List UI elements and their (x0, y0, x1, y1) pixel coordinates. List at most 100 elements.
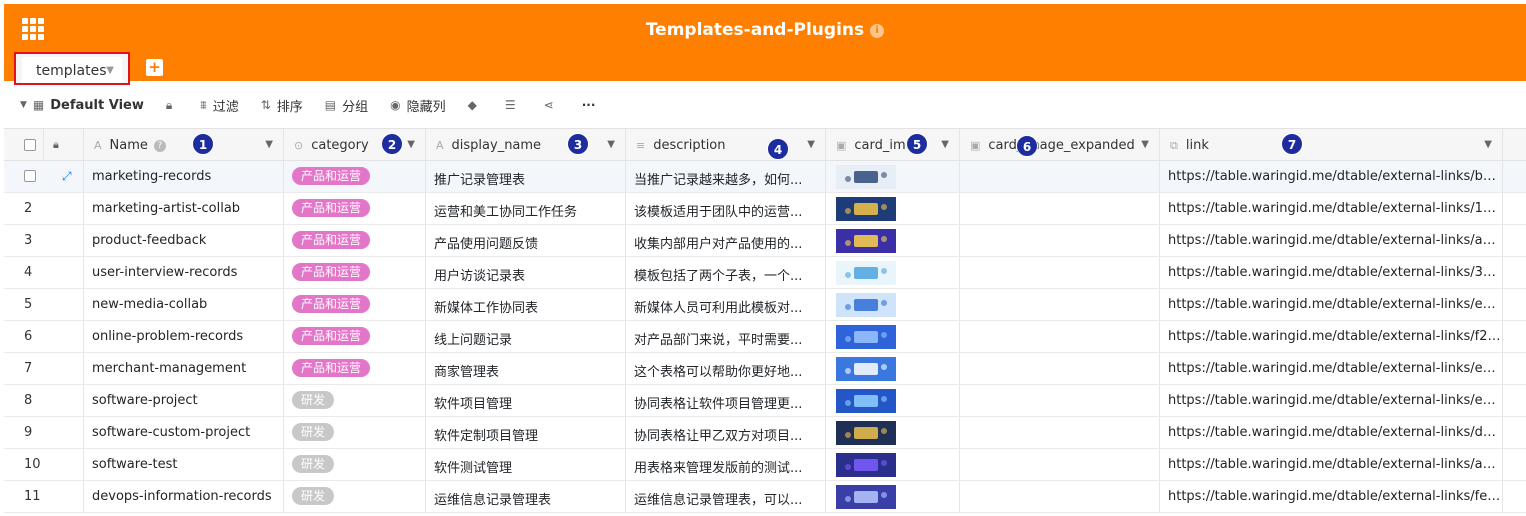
table-row[interactable]: 8 software-project 研发 软件项目管理 协同表格让软件项目管理更...… (4, 385, 1526, 417)
cell-card-image-expanded[interactable] (960, 161, 1160, 192)
column-menu-icon[interactable]: ▼ (407, 139, 415, 150)
column-menu-icon[interactable]: ▼ (1141, 139, 1149, 150)
table-row[interactable]: 6 online-problem-records 产品和运营 线上问题记录 对产品部门来… (4, 321, 1526, 353)
cell-link[interactable]: https://table.waringid.me/dtable/externa… (1160, 481, 1503, 512)
cell-display-name[interactable]: 产品使用问题反馈 (426, 225, 626, 256)
cell-card-image[interactable] (826, 449, 960, 480)
cell-link[interactable]: https://table.waringid.me/dtable/externa… (1160, 417, 1503, 448)
card-image-thumbnail[interactable] (836, 485, 896, 509)
card-image-thumbnail[interactable] (836, 293, 896, 317)
table-row[interactable]: 11 devops-information-records 研发 运维信息记录管理表运… (4, 481, 1526, 513)
cell-name[interactable]: online-problem-records (84, 321, 284, 352)
cell-card-image[interactable] (826, 161, 960, 192)
cell-card-image-expanded[interactable] (960, 481, 1160, 512)
cell-category[interactable]: 研发 (284, 481, 426, 512)
cell-link[interactable]: https://table.waringid.me/dtable/externa… (1160, 353, 1503, 384)
cell-description[interactable]: 这个表格可以帮助你更好地... (626, 353, 826, 384)
table-row[interactable]: 9 software-custom-project 研发 软件定制项目管理 协同表格让甲… (4, 417, 1526, 449)
table-row[interactable]: ⤢ marketing-records 产品和运营 推广记录管理表 当推广记录越来越多，… (4, 161, 1526, 193)
cell-display-name[interactable]: 软件定制项目管理 (426, 417, 626, 448)
column-header-card-image-expanded[interactable]: ▣ card_image_expanded ▼ (960, 129, 1160, 160)
cell-display-name[interactable]: 软件测试管理 (426, 449, 626, 480)
row-checkbox[interactable] (24, 170, 36, 182)
cell-description[interactable]: 协同表格让软件项目管理更... (626, 385, 826, 416)
cell-name[interactable]: marketing-artist-collab (84, 193, 284, 224)
cell-card-image-expanded[interactable] (960, 289, 1160, 320)
cell-card-image[interactable] (826, 353, 960, 384)
cell-display-name[interactable]: 用户访谈记录表 (426, 257, 626, 288)
cell-link[interactable]: https://table.waringid.me/dtable/externa… (1160, 385, 1503, 416)
cell-card-image-expanded[interactable] (960, 321, 1160, 352)
cell-link[interactable]: https://table.waringid.me/dtable/externa… (1160, 289, 1503, 320)
cell-card-image[interactable] (826, 193, 960, 224)
more-button[interactable]: ··· (582, 98, 602, 112)
cell-category[interactable]: 研发 (284, 417, 426, 448)
row-color-button[interactable]: ◆ (468, 98, 483, 112)
cell-link[interactable]: https://table.waringid.me/dtable/externa… (1160, 225, 1503, 256)
table-row[interactable]: 7 merchant-management 产品和运营 商家管理表 这个表格可以帮助你更… (4, 353, 1526, 385)
cell-description[interactable]: 该模板适用于团队中的运营... (626, 193, 826, 224)
cell-display-name[interactable]: 软件项目管理 (426, 385, 626, 416)
card-image-thumbnail[interactable] (836, 389, 896, 413)
cell-name[interactable]: software-custom-project (84, 417, 284, 448)
cell-description[interactable]: 协同表格让甲乙双方对项目... (626, 417, 826, 448)
column-menu-icon[interactable]: ▼ (807, 139, 815, 150)
cell-link[interactable]: https://table.waringid.me/dtable/externa… (1160, 193, 1503, 224)
cell-card-image-expanded[interactable] (960, 417, 1160, 448)
cell-card-image-expanded[interactable] (960, 225, 1160, 256)
cell-category[interactable]: 研发 (284, 449, 426, 480)
cell-link[interactable]: https://table.waringid.me/dtable/externa… (1160, 321, 1503, 352)
column-menu-icon[interactable]: ▼ (941, 139, 949, 150)
table-row[interactable]: 2 marketing-artist-collab 产品和运营 运营和美工协同工作任务… (4, 193, 1526, 225)
select-all-checkbox[interactable] (24, 139, 36, 151)
hide-columns-button[interactable]: ◉ 隐藏列 (390, 96, 446, 115)
cell-card-image[interactable] (826, 289, 960, 320)
cell-category[interactable]: 产品和运营 (284, 193, 426, 224)
help-icon[interactable]: ? (153, 140, 166, 152)
cell-name[interactable]: user-interview-records (84, 257, 284, 288)
filter-button[interactable]: ⩩ 过滤 (200, 96, 238, 115)
lock-view-button[interactable]: 🔒︎ (166, 98, 178, 113)
cell-card-image-expanded[interactable] (960, 385, 1160, 416)
cell-card-image[interactable] (826, 417, 960, 448)
cell-card-image-expanded[interactable] (960, 193, 1160, 224)
cell-category[interactable]: 产品和运营 (284, 289, 426, 320)
cell-category[interactable]: 研发 (284, 385, 426, 416)
cell-category[interactable]: 产品和运营 (284, 321, 426, 352)
cell-name[interactable]: new-media-collab (84, 289, 284, 320)
sort-button[interactable]: ⇅ 排序 (261, 96, 303, 115)
column-menu-icon[interactable]: ▼ (1484, 139, 1492, 150)
card-image-thumbnail[interactable] (836, 357, 896, 381)
view-selector[interactable]: ▼ ▦ Default View (20, 98, 144, 113)
cell-card-image[interactable] (826, 257, 960, 288)
cell-link[interactable]: https://table.waringid.me/dtable/externa… (1160, 161, 1503, 192)
table-row[interactable]: 4 user-interview-records 产品和运营 用户访谈记录表 模板包括了… (4, 257, 1526, 289)
card-image-thumbnail[interactable] (836, 165, 896, 189)
cell-description[interactable]: 新媒体人员可利用此模板对... (626, 289, 826, 320)
cell-description[interactable]: 模板包括了两个子表，一个... (626, 257, 826, 288)
card-image-thumbnail[interactable] (836, 261, 896, 285)
cell-category[interactable]: 产品和运营 (284, 257, 426, 288)
cell-card-image-expanded[interactable] (960, 257, 1160, 288)
cell-name[interactable]: software-test (84, 449, 284, 480)
tab-dropdown-icon[interactable]: ▼ (106, 65, 114, 76)
column-header-category[interactable]: ⊙ category ▼ (284, 129, 426, 160)
cell-description[interactable]: 运维信息记录管理表，可以... (626, 481, 826, 512)
cell-name[interactable]: marketing-records (84, 161, 284, 192)
table-row[interactable]: 3 product-feedback 产品和运营 产品使用问题反馈 收集内部用户对产品使… (4, 225, 1526, 257)
cell-card-image[interactable] (826, 385, 960, 416)
cell-display-name[interactable]: 新媒体工作协同表 (426, 289, 626, 320)
cell-description[interactable]: 对产品部门来说，平时需要... (626, 321, 826, 352)
cell-link[interactable]: https://table.waringid.me/dtable/externa… (1160, 449, 1503, 480)
card-image-thumbnail[interactable] (836, 229, 896, 253)
card-image-thumbnail[interactable] (836, 197, 896, 221)
column-menu-icon[interactable]: ▼ (265, 139, 273, 150)
column-header-display-name[interactable]: Adisplay_name ▼ (426, 129, 626, 160)
cell-display-name[interactable]: 运营和美工协同工作任务 (426, 193, 626, 224)
column-header-name[interactable]: A Name? ▼ (84, 129, 284, 160)
cell-category[interactable]: 产品和运营 (284, 225, 426, 256)
cell-name[interactable]: merchant-management (84, 353, 284, 384)
cell-description[interactable]: 用表格来管理发版前的测试... (626, 449, 826, 480)
info-icon[interactable]: i (870, 24, 885, 38)
cell-card-image-expanded[interactable] (960, 353, 1160, 384)
